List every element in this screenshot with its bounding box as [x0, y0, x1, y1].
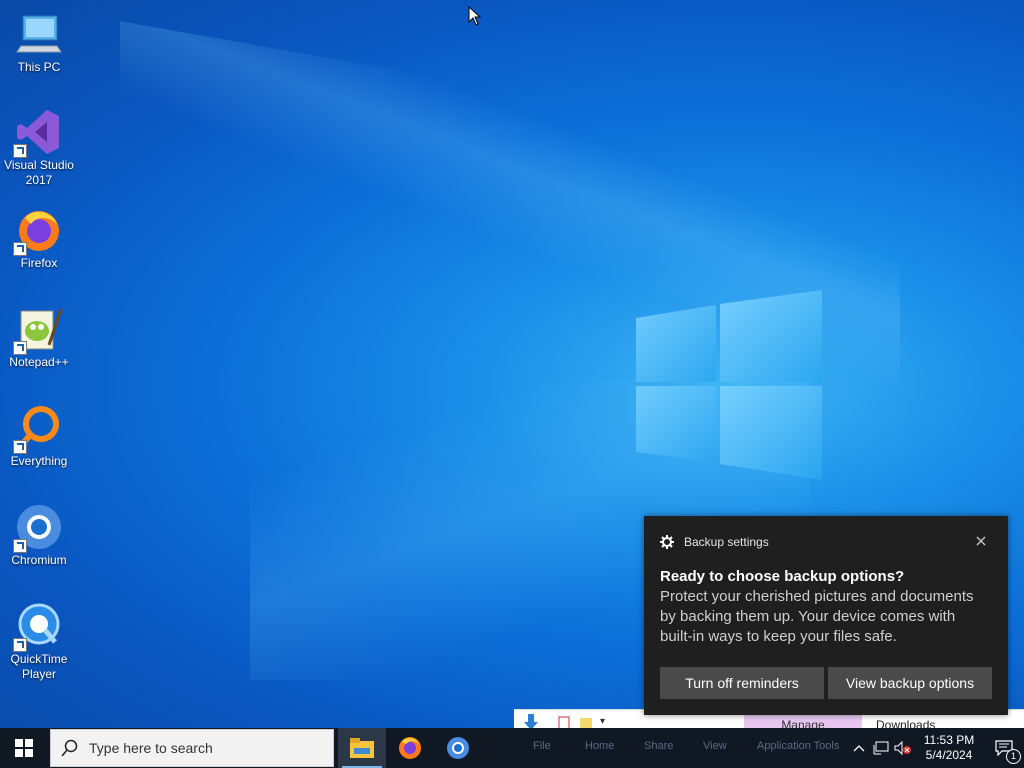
desktop-icon-firefox[interactable]: Firefox [2, 206, 76, 271]
desktop-icon-label: QuickTime Player [10, 652, 68, 681]
desktop-icon-notepadpp[interactable]: Notepad++ [2, 305, 76, 370]
taskbar-firefox[interactable] [386, 728, 434, 768]
ribbon-home-tab[interactable]: Home [585, 740, 614, 752]
taskbar-search-box[interactable]: Type here to search [50, 729, 334, 767]
notification-body: Protect your cherished pictures and docu… [660, 588, 974, 645]
search-placeholder: Type here to search [89, 740, 213, 756]
desktop-icon-label: Notepad++ [9, 355, 69, 369]
network-button[interactable] [870, 728, 892, 768]
desktop-icon-label: This PC [17, 60, 61, 74]
desktop-icon-label: Visual Studio 2017 [4, 158, 74, 187]
desktop-icon-label: Firefox [20, 256, 58, 270]
taskbar-file-explorer[interactable] [338, 728, 386, 768]
ribbon-application-tools-tab[interactable]: Application Tools [757, 740, 839, 752]
close-icon[interactable] [974, 534, 988, 548]
chevron-up-icon [853, 745, 865, 752]
system-tray: 11:53 PM 5/4/2024 1 [848, 728, 1024, 768]
desktop-icon-quicktime[interactable]: QuickTime Player [2, 602, 76, 682]
visual-studio-icon [13, 108, 63, 158]
backup-notification-toast[interactable]: Backup settings Ready to choose backup o… [644, 516, 1008, 715]
desktop-icon-this-pc[interactable]: This PC [2, 10, 76, 75]
firefox-icon [13, 206, 63, 256]
firefox-icon [399, 737, 421, 759]
view-backup-options-button[interactable]: View backup options [828, 667, 992, 699]
turn-off-reminders-button[interactable]: Turn off reminders [660, 667, 824, 699]
volume-button[interactable] [892, 728, 914, 768]
network-icon [873, 741, 889, 755]
quicktime-icon [13, 602, 63, 652]
this-pc-icon [15, 10, 63, 58]
notification-count-badge: 1 [1006, 749, 1021, 764]
taskbar-clock[interactable]: 11:53 PM 5/4/2024 [914, 733, 984, 763]
notepadpp-icon [13, 305, 63, 355]
show-hidden-icons-button[interactable] [848, 728, 870, 768]
ribbon-file-tab[interactable]: File [533, 740, 551, 752]
search-icon [61, 739, 78, 757]
start-button[interactable] [0, 728, 48, 768]
notification-title: Ready to choose backup options? [660, 568, 905, 585]
gear-icon [660, 535, 674, 549]
taskbar-chromium[interactable] [434, 728, 482, 768]
windows-logo-wallpaper [636, 290, 822, 480]
desktop-icon-everything[interactable]: Everything [2, 404, 76, 469]
desktop-icon-chromium[interactable]: Chromium [2, 503, 76, 568]
notification-app-name: Backup settings [684, 535, 769, 549]
desktop-icon-label: Everything [10, 454, 68, 468]
clock-time: 11:53 PM [923, 733, 975, 747]
chevron-down-icon[interactable]: ▾ [600, 716, 605, 727]
file-explorer-icon [350, 738, 374, 758]
action-center-button[interactable]: 1 [984, 728, 1024, 768]
everything-icon [13, 404, 63, 454]
volume-muted-icon [894, 741, 911, 755]
ribbon-view-tab[interactable]: View [703, 740, 727, 752]
ribbon-share-tab[interactable]: Share [644, 740, 673, 752]
windows-start-icon [15, 739, 33, 757]
mouse-cursor-icon [468, 6, 482, 26]
notification-header: Backup settings [660, 535, 769, 549]
chromium-icon [447, 737, 469, 759]
desktop-icon-label: Chromium [11, 553, 67, 567]
desktop-icon-visual-studio[interactable]: Visual Studio 2017 [2, 108, 76, 188]
chromium-icon [13, 503, 63, 553]
clock-date: 5/4/2024 [925, 748, 973, 762]
